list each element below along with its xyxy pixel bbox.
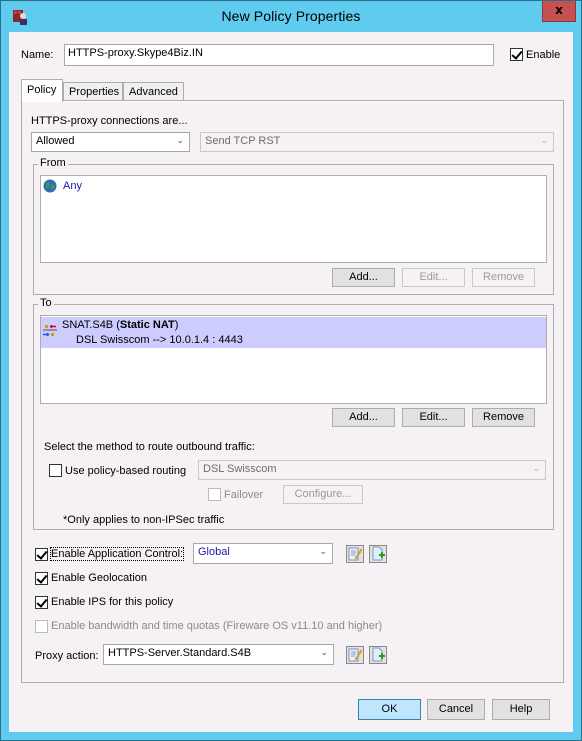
routing-method-label: Select the method to route outbound traf… [44, 441, 255, 453]
to-edit-button[interactable]: Edit... [402, 408, 465, 427]
ips-label: Enable IPS for this policy [51, 596, 174, 608]
routing-interface-select[interactable]: DSL Swisscom ⌄ [198, 460, 546, 480]
geolocation-label: Enable Geolocation [51, 572, 148, 584]
from-edit-button[interactable]: Edit... [402, 268, 465, 287]
chevron-down-icon: ⌄ [540, 136, 548, 146]
chevron-down-icon: ⌄ [532, 464, 540, 474]
enable-checkbox[interactable] [510, 48, 523, 61]
to-item-paren-open: ( [113, 319, 120, 331]
to-item-title: SNAT.S4B (Static NAT) [62, 319, 178, 331]
to-item-detail: DSL Swisscom --> 10.0.1.4 : 4443 [76, 334, 243, 346]
to-list[interactable]: SNAT.S4B (Static NAT) DSL Swisscom --> 1… [40, 315, 547, 404]
from-add-button[interactable]: Add... [332, 268, 395, 287]
edit-app-control-button[interactable] [346, 545, 364, 563]
to-title: To [38, 297, 54, 309]
close-button[interactable]: x [542, 1, 576, 22]
chevron-down-icon: ⌄ [176, 136, 184, 146]
proxy-action-label: Proxy action: [35, 650, 99, 662]
window-title: New Policy Properties [221, 8, 361, 24]
ips-checkbox[interactable] [35, 596, 48, 609]
dialog-window: New Policy Properties x Name: HTTPS-prox… [0, 0, 582, 741]
list-item[interactable]: SNAT.S4B (Static NAT) DSL Swisscom --> 1… [41, 317, 546, 348]
add-document-icon [372, 647, 385, 662]
name-label: Name: [21, 49, 54, 61]
app-control-label: Enable Application Control: [49, 547, 185, 561]
from-groupbox: From Any Add... Edit... Remove [33, 157, 554, 295]
add-proxy-action-button[interactable] [369, 646, 387, 664]
from-title: From [38, 157, 68, 169]
deny-action-value: Send TCP RST [205, 135, 281, 147]
deny-action-select[interactable]: Send TCP RST ⌄ [200, 132, 554, 152]
add-document-icon [372, 546, 385, 561]
connections-label: HTTPS-proxy connections are... [31, 115, 188, 127]
edit-icon [348, 648, 363, 662]
cancel-button[interactable]: Cancel [427, 699, 485, 720]
tab-properties[interactable]: Properties [63, 82, 123, 101]
dialog-client-area: Name: HTTPS-proxy.Skype4Biz.IN Enable Po… [9, 32, 573, 732]
to-remove-button[interactable]: Remove [472, 408, 535, 427]
failover-label: Failover [224, 489, 264, 501]
edit-icon [348, 547, 363, 561]
policy-name-input[interactable]: HTTPS-proxy.Skype4Biz.IN [64, 44, 494, 66]
connection-action-select[interactable]: Allowed ⌄ [31, 132, 190, 152]
add-app-control-button[interactable] [369, 545, 387, 563]
non-ipsec-note: *Only applies to non-IPSec traffic [63, 514, 225, 526]
app-control-checkbox[interactable] [35, 548, 48, 561]
policy-based-routing-checkbox[interactable] [49, 464, 62, 477]
to-item-paren-close: ) [174, 319, 179, 331]
tab-policy[interactable]: Policy [21, 79, 63, 102]
chevron-down-icon: ⌄ [319, 547, 327, 557]
static-nat-icon [43, 324, 57, 337]
tab-advanced[interactable]: Advanced [123, 82, 184, 101]
help-button[interactable]: Help [492, 699, 550, 720]
from-remove-button[interactable]: Remove [472, 268, 535, 287]
title-bar[interactable]: New Policy Properties x [1, 1, 581, 32]
proxy-action-select[interactable]: HTTPS-Server.Standard.S4B ⌄ [103, 644, 334, 665]
enable-label: Enable [526, 49, 561, 61]
connection-action-value: Allowed [36, 135, 75, 147]
policy-tab-panel: HTTPS-proxy connections are... Allowed ⌄… [21, 100, 564, 683]
to-add-button[interactable]: Add... [332, 408, 395, 427]
geolocation-checkbox[interactable] [35, 572, 48, 585]
routing-interface-value: DSL Swisscom [203, 463, 277, 475]
from-item-label: Any [63, 180, 82, 192]
proxy-action-value: HTTPS-Server.Standard.S4B [108, 647, 252, 659]
edit-proxy-action-button[interactable] [346, 646, 364, 664]
globe-icon [43, 179, 57, 193]
panel-highlight [22, 101, 563, 102]
app-control-select[interactable]: Global ⌄ [193, 543, 333, 564]
to-item-type: Static NAT [119, 319, 175, 331]
from-list[interactable]: Any [40, 175, 547, 263]
policy-based-routing-label: Use policy-based routing [65, 465, 187, 477]
chevron-down-icon: ⌄ [320, 648, 328, 658]
quotas-label: Enable bandwidth and time quotas (Firewa… [51, 620, 383, 632]
ok-button[interactable]: OK [358, 699, 421, 720]
to-item-name: SNAT.S4B [62, 319, 114, 331]
app-control-value: Global [198, 546, 230, 558]
configure-button[interactable]: Configure... [283, 485, 363, 504]
quotas-checkbox[interactable] [35, 620, 48, 633]
failover-checkbox[interactable] [208, 488, 221, 501]
to-groupbox: To SNAT.S4B (Static NAT) DSL Swisscom --… [33, 297, 554, 530]
